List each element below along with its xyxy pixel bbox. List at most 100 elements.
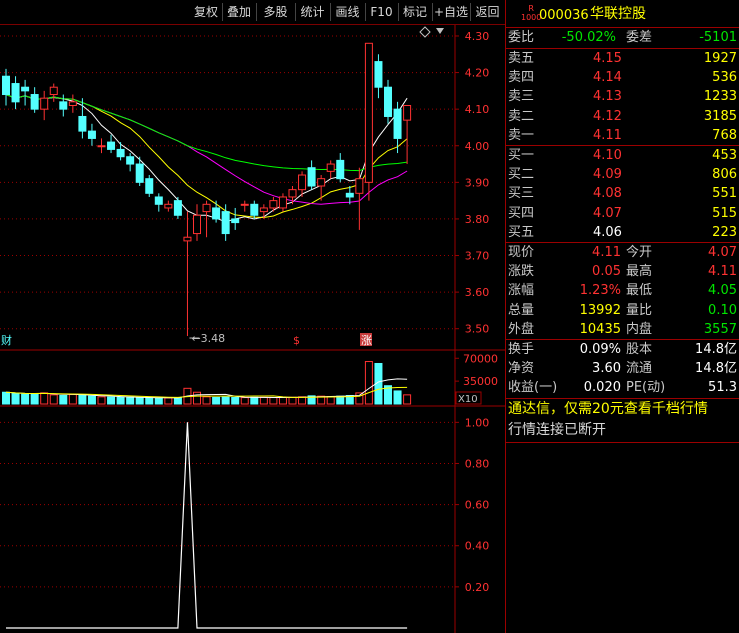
candle-body[interactable] [231,218,240,224]
volume-bar[interactable] [135,397,144,405]
candle-body[interactable] [288,189,297,198]
quote-label-2: 今开 [626,245,653,260]
candle-body[interactable] [259,207,268,213]
volume-bar[interactable] [78,395,87,405]
volume-bar[interactable] [164,397,173,405]
volume-bar[interactable] [269,397,278,405]
volume-bar[interactable] [298,396,307,405]
volume-bar[interactable] [59,395,68,405]
volume-bar[interactable] [326,395,335,405]
toolbar-button-2[interactable]: 多股 [256,3,296,21]
quote-value-2: 3557 [703,321,737,337]
candle-body[interactable] [269,200,278,209]
candle-body[interactable] [173,200,182,216]
order-price: 4.12 [593,108,622,124]
candle-body[interactable] [154,196,163,205]
volume-bar[interactable] [221,396,230,405]
candle-body[interactable] [374,61,383,88]
candle-body[interactable] [145,178,154,194]
volume-bar[interactable] [259,396,268,405]
volume-bar[interactable] [126,396,135,405]
volume-bar[interactable] [2,391,10,405]
event-marker[interactable]: 涨 [361,334,372,347]
promo-link[interactable]: 通达信，仅需20元查看千档行情 [508,400,708,419]
volume-bar[interactable] [40,392,49,405]
candle-body[interactable] [193,214,201,235]
candle-body[interactable] [183,236,192,242]
candle-body[interactable] [298,174,307,191]
candle-body[interactable] [126,156,135,165]
volume-bar[interactable] [68,394,77,405]
volume-bar[interactable] [21,393,30,405]
candle-body[interactable] [164,203,173,209]
candle-body[interactable] [59,101,68,110]
volume-bar[interactable] [173,397,182,405]
stock-chart-area[interactable]: 4.30 4.20 4.10 4.00 3.90 3.80 3.70 3.60 3.50 ←3.4… [0,0,505,633]
candle-body[interactable] [240,203,249,206]
toolbar-button-4[interactable]: 画线 [330,3,366,21]
candle-body[interactable] [30,94,39,110]
candle-body[interactable] [355,178,364,194]
candle-body[interactable] [78,115,87,132]
candle-body[interactable] [307,167,316,187]
candle-body[interactable] [317,178,326,187]
weibi-row: 委比 -50.02% 委差 -5101 [506,28,739,47]
candle-body[interactable] [135,163,144,183]
candle-body[interactable] [364,42,373,183]
volume-bar[interactable] [212,396,221,405]
candle-body[interactable] [202,203,211,213]
toolbar-button-1[interactable]: 叠加 [222,3,257,21]
candle-body[interactable] [97,145,106,148]
quote-row: 现价 4.11 今开 4.07 [506,243,739,262]
volume-bar[interactable] [30,393,39,405]
volume-bar[interactable] [231,396,240,405]
candle-body[interactable] [221,211,230,235]
volume-bar[interactable] [97,396,106,405]
event-marker[interactable]: $ [293,334,300,347]
volume-bar[interactable] [240,397,249,405]
volume-bar[interactable] [116,396,125,405]
volume-bar[interactable] [288,396,297,405]
candle-body[interactable] [326,163,335,172]
volume-bar[interactable] [364,361,373,405]
toolbar-button-7[interactable]: +自选 [432,3,471,21]
event-marker[interactable]: 财 [1,333,12,347]
candle-body[interactable] [116,148,125,158]
volume-bar[interactable] [193,391,201,405]
toolbar-button-5[interactable]: F10 [365,3,399,21]
candle-body[interactable] [11,83,20,103]
candle-body[interactable] [107,141,116,150]
volume-bar[interactable] [355,392,364,405]
candle-body[interactable] [49,86,58,96]
candle-body[interactable] [21,86,30,92]
quote-value-1: 1.23% [579,283,621,299]
candle-body[interactable] [345,192,354,198]
toolbar-button-3[interactable]: 统计 [295,3,331,21]
candle-body[interactable] [250,203,259,216]
toolbar-button-8[interactable]: 返回 [470,3,506,21]
volume-bar[interactable] [107,396,116,405]
volume-bar[interactable] [202,396,211,405]
toolbar-button-0[interactable]: 复权 [190,3,223,21]
candle-body[interactable] [40,97,49,110]
order-volume: 1233 [703,89,737,105]
volume-bar[interactable] [11,393,20,405]
candle-body[interactable] [384,86,392,117]
volume-bar[interactable] [278,396,287,405]
candle-body[interactable] [87,130,96,139]
candle-body[interactable] [278,196,287,209]
volume-bar[interactable] [87,395,96,405]
volume-bar[interactable] [393,390,402,405]
volume-bar[interactable] [49,394,58,405]
volume-bar[interactable] [145,397,154,405]
candle-body[interactable] [2,75,10,96]
volume-bar[interactable] [250,396,259,405]
candle-body[interactable] [403,105,412,121]
toolbar-button-6[interactable]: 标记 [398,3,433,21]
candle-body[interactable] [393,108,402,139]
candle-body[interactable] [212,207,221,220]
candle-body[interactable] [336,159,345,180]
candle-body[interactable] [68,101,77,107]
volume-bar[interactable] [403,394,412,405]
volume-bar[interactable] [154,397,163,405]
